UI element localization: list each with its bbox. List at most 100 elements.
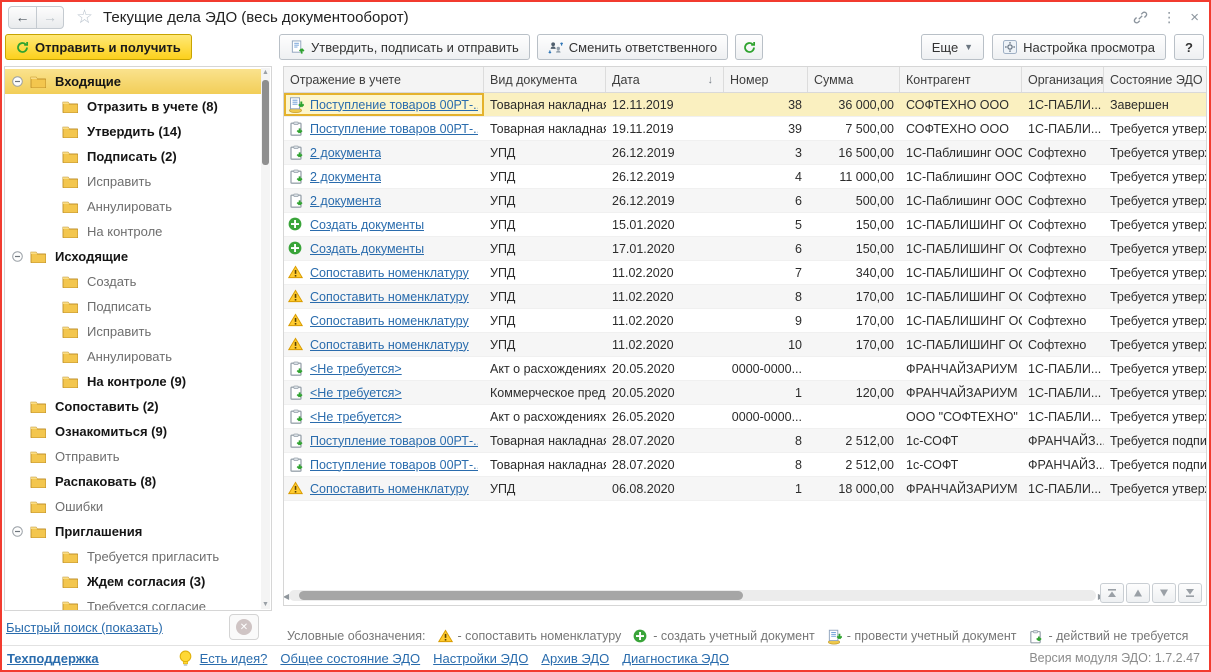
table-row[interactable]: Поступление товаров 00РТ-... Товарная на… — [284, 117, 1206, 141]
sidebar-item[interactable]: Ошибки — [5, 494, 263, 519]
more-menu-icon[interactable]: ⋮ — [1162, 9, 1176, 26]
go-down-button[interactable] — [1152, 583, 1176, 603]
statusbar-link[interactable]: Архив ЭДО — [541, 651, 609, 666]
go-up-button[interactable] — [1126, 583, 1150, 603]
go-last-button[interactable] — [1178, 583, 1202, 603]
document-link[interactable]: Поступление товаров 00РТ-... — [310, 434, 478, 448]
document-link[interactable]: Сопоставить номенклатуру — [310, 266, 469, 280]
sidebar-item[interactable]: Требуется согласие — [5, 594, 263, 611]
table-row[interactable]: Создать документы УПД 15.01.2020 5 150,0… — [284, 213, 1206, 237]
scroll-up-icon[interactable]: ▲ — [261, 69, 270, 76]
document-link[interactable]: Поступление товаров 00РТ-... — [310, 98, 478, 112]
sidebar-item[interactable]: Ознакомиться (9) — [5, 419, 263, 444]
sidebar-item[interactable]: Исправить — [5, 319, 263, 344]
sidebar-scrollbar[interactable]: ▲ ▼ — [261, 68, 270, 609]
sidebar-item[interactable]: Подписать (2) — [5, 144, 263, 169]
document-link[interactable]: Сопоставить номенклатуру — [310, 338, 469, 352]
column-header[interactable]: Сумма — [808, 67, 900, 92]
document-link[interactable]: Поступление товаров 00РТ-... — [310, 122, 478, 136]
table-row[interactable]: 2 документа УПД 26.12.2019 6 500,00 1С-П… — [284, 189, 1206, 213]
sidebar-item[interactable]: Отправить — [5, 444, 263, 469]
change-responsible-button[interactable]: Сменить ответственного — [537, 34, 728, 60]
document-link[interactable]: Сопоставить номенклатуру — [310, 290, 469, 304]
table-row[interactable]: Поступление товаров 00РТ-... Товарная на… — [284, 429, 1206, 453]
column-header[interactable]: Номер — [724, 67, 808, 92]
go-first-button[interactable] — [1100, 583, 1124, 603]
refresh-list-button[interactable] — [735, 34, 763, 60]
document-link[interactable]: 2 документа — [310, 146, 381, 160]
document-link[interactable]: <Не требуется> — [310, 410, 402, 424]
sidebar-item[interactable]: Сопоставить (2) — [5, 394, 263, 419]
tech-support-link[interactable]: Техподдержка — [7, 651, 99, 666]
sidebar-item[interactable]: Аннулировать — [5, 194, 263, 219]
column-header[interactable]: Дата↓ — [606, 67, 724, 92]
column-header[interactable]: Организация — [1022, 67, 1104, 92]
approve-sign-send-button[interactable]: Утвердить, подписать и отправить — [279, 34, 530, 60]
forward-button[interactable]: → — [36, 7, 63, 28]
view-settings-button[interactable]: Настройка просмотра — [992, 34, 1166, 60]
table-row[interactable]: 2 документа УПД 26.12.2019 4 11 000,00 1… — [284, 165, 1206, 189]
table-row[interactable]: <Не требуется> Коммерческое предл... 20.… — [284, 381, 1206, 405]
help-button[interactable]: ? — [1174, 34, 1204, 60]
document-link[interactable]: Создать документы — [310, 242, 424, 256]
sidebar-tree: Входящие Отразить в учете (8) Утвердить … — [5, 69, 260, 610]
table-row[interactable]: Сопоставить номенклатуру УПД 11.02.2020 … — [284, 333, 1206, 357]
favorite-star-icon[interactable]: ☆ — [76, 8, 93, 27]
sidebar-item[interactable]: Аннулировать — [5, 344, 263, 369]
sidebar-item[interactable]: Создать — [5, 269, 263, 294]
document-link[interactable]: <Не требуется> — [310, 386, 402, 400]
sidebar-item[interactable]: Ждем согласия (3) — [5, 569, 263, 594]
sidebar-item[interactable]: Отразить в учете (8) — [5, 94, 263, 119]
statusbar-link[interactable]: Диагностика ЭДО — [622, 651, 729, 666]
sidebar-item[interactable]: На контроле (9) — [5, 369, 263, 394]
statusbar-link[interactable]: Общее состояние ЭДО — [280, 651, 420, 666]
column-header[interactable]: Состояние ЭДО — [1104, 67, 1206, 92]
collapse-icon[interactable] — [11, 76, 23, 88]
sidebar-item[interactable]: Исправить — [5, 169, 263, 194]
clear-search-button[interactable]: ✕ — [229, 614, 259, 640]
quick-search-link[interactable]: Быстрый поиск (показать) — [6, 620, 163, 635]
table-row[interactable]: Поступление товаров 00РТ-... Товарная на… — [284, 453, 1206, 477]
idea-link[interactable]: Есть идея? — [200, 651, 268, 666]
document-link[interactable]: Сопоставить номенклатуру — [310, 482, 469, 496]
column-header[interactable]: Вид документа — [484, 67, 606, 92]
document-link[interactable]: <Не требуется> — [310, 362, 402, 376]
table-row[interactable]: <Не требуется> Акт о расхождениях 26.05.… — [284, 405, 1206, 429]
document-link[interactable]: 2 документа — [310, 170, 381, 184]
statusbar-link[interactable]: Настройки ЭДО — [433, 651, 528, 666]
sidebar-item[interactable]: Исходящие — [5, 244, 263, 269]
table-row[interactable]: Сопоставить номенклатуру УПД 11.02.2020 … — [284, 261, 1206, 285]
table-row[interactable]: Поступление товаров 00РТ-... Товарная на… — [284, 93, 1206, 117]
column-header[interactable]: Отражение в учете — [284, 67, 484, 92]
close-icon[interactable]: × — [1190, 9, 1199, 26]
column-header[interactable]: Контрагент — [900, 67, 1022, 92]
collapse-icon[interactable] — [11, 251, 23, 263]
sidebar-item[interactable]: Требуется пригласить — [5, 544, 263, 569]
table-row[interactable]: Создать документы УПД 17.01.2020 6 150,0… — [284, 237, 1206, 261]
sidebar-item[interactable]: Подписать — [5, 294, 263, 319]
scrollbar-thumb[interactable] — [262, 80, 269, 165]
sidebar-item[interactable]: Входящие — [5, 69, 263, 94]
scroll-down-icon[interactable]: ▼ — [261, 601, 270, 608]
get-link-icon[interactable] — [1133, 10, 1148, 25]
document-link[interactable]: 2 документа — [310, 194, 381, 208]
sidebar-item[interactable]: Приглашения — [5, 519, 263, 544]
table-row[interactable]: 2 документа УПД 26.12.2019 3 16 500,00 1… — [284, 141, 1206, 165]
horizontal-scrollbar[interactable] — [289, 590, 1096, 601]
cell-doc-type: Товарная накладная — [484, 117, 606, 140]
send-receive-button[interactable]: Отправить и получить — [5, 34, 192, 60]
table-row[interactable]: <Не требуется> Акт о расхождениях 20.05.… — [284, 357, 1206, 381]
document-link[interactable]: Сопоставить номенклатуру — [310, 314, 469, 328]
more-button[interactable]: Еще▼ — [921, 34, 984, 60]
sidebar-item[interactable]: Распаковать (8) — [5, 469, 263, 494]
document-link[interactable]: Поступление товаров 00РТ-... — [310, 458, 478, 472]
scrollbar-thumb[interactable] — [299, 591, 743, 600]
back-button[interactable]: ← — [9, 7, 36, 28]
table-row[interactable]: Сопоставить номенклатуру УПД 11.02.2020 … — [284, 285, 1206, 309]
sidebar-item[interactable]: Утвердить (14) — [5, 119, 263, 144]
collapse-icon[interactable] — [11, 526, 23, 538]
document-link[interactable]: Создать документы — [310, 218, 424, 232]
sidebar-item[interactable]: На контроле — [5, 219, 263, 244]
table-row[interactable]: Сопоставить номенклатуру УПД 11.02.2020 … — [284, 309, 1206, 333]
table-row[interactable]: Сопоставить номенклатуру УПД 06.08.2020 … — [284, 477, 1206, 501]
